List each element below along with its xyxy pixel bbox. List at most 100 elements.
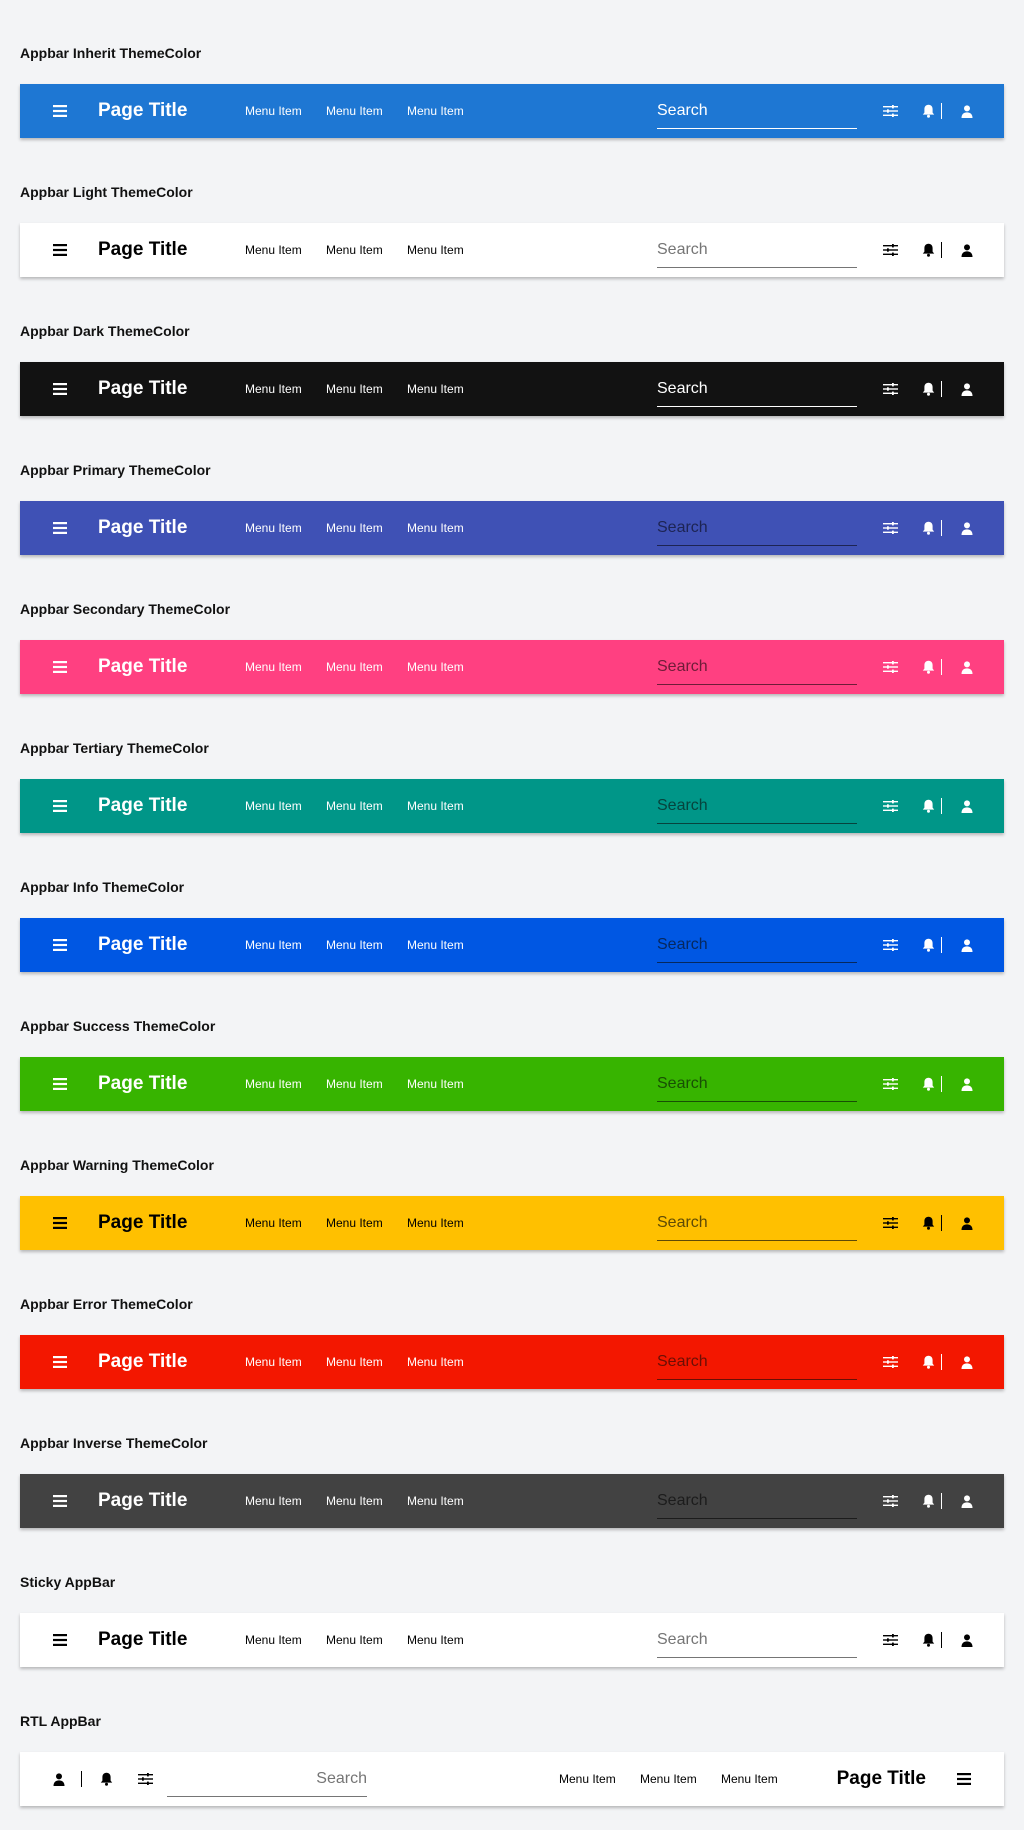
user-button[interactable] — [957, 796, 977, 816]
menu-button[interactable] — [50, 1628, 70, 1652]
menu-item[interactable]: Menu Item — [407, 362, 464, 416]
user-button[interactable] — [957, 1074, 977, 1094]
notifications-button[interactable] — [918, 935, 938, 955]
filter-button[interactable] — [135, 1769, 155, 1789]
menu-item[interactable]: Menu Item — [407, 1057, 464, 1111]
user-button[interactable] — [957, 1491, 977, 1511]
menu-item[interactable]: Menu Item — [407, 640, 464, 694]
menu-item[interactable]: Menu Item — [245, 1335, 302, 1389]
menu-item[interactable]: Menu Item — [407, 779, 464, 833]
filter-button[interactable] — [880, 935, 900, 955]
menu-item[interactable]: Menu Item — [245, 918, 302, 972]
search-input[interactable] — [657, 235, 857, 265]
menu-item[interactable]: Menu Item — [407, 223, 464, 277]
menu-item[interactable]: Menu Item — [407, 1474, 464, 1528]
menu-item[interactable]: Menu Item — [245, 779, 302, 833]
menu-item[interactable]: Menu Item — [245, 223, 302, 277]
menu-button[interactable] — [50, 794, 70, 818]
menu-button[interactable] — [50, 99, 70, 123]
user-button[interactable] — [957, 379, 977, 399]
menu-button[interactable] — [50, 516, 70, 540]
notifications-button[interactable] — [918, 101, 938, 121]
user-button[interactable] — [957, 518, 977, 538]
menu-button[interactable] — [50, 655, 70, 679]
notifications-button[interactable] — [96, 1769, 116, 1789]
user-button[interactable] — [957, 935, 977, 955]
filter-button[interactable] — [880, 1213, 900, 1233]
menu-button[interactable] — [50, 377, 70, 401]
filter-button[interactable] — [880, 1074, 900, 1094]
search-input[interactable] — [657, 1069, 857, 1099]
menu-item[interactable]: Menu Item — [326, 223, 383, 277]
search-input[interactable] — [657, 930, 857, 960]
menu-item[interactable]: Menu Item — [326, 1474, 383, 1528]
menu-item[interactable]: Menu Item — [407, 1196, 464, 1250]
notifications-button[interactable] — [918, 1630, 938, 1650]
filter-button[interactable] — [880, 518, 900, 538]
filter-button[interactable] — [880, 379, 900, 399]
notifications-button[interactable] — [918, 240, 938, 260]
menu-item[interactable]: Menu Item — [245, 1474, 302, 1528]
user-button[interactable] — [957, 1630, 977, 1650]
menu-item[interactable]: Menu Item — [245, 501, 302, 555]
menu-item[interactable]: Menu Item — [245, 1196, 302, 1250]
menu-item[interactable]: Menu Item — [326, 640, 383, 694]
filter-button[interactable] — [880, 1630, 900, 1650]
search-input[interactable] — [657, 652, 857, 682]
notifications-button[interactable] — [918, 657, 938, 677]
menu-item[interactable]: Menu Item — [326, 501, 383, 555]
notifications-button[interactable] — [918, 1074, 938, 1094]
search-input[interactable] — [657, 374, 857, 404]
user-button[interactable] — [957, 240, 977, 260]
search-input[interactable] — [657, 1347, 857, 1377]
search-input[interactable] — [167, 1764, 367, 1794]
menu-item[interactable]: Menu Item — [326, 1613, 383, 1667]
menu-item[interactable]: Menu Item — [407, 1613, 464, 1667]
menu-button[interactable] — [50, 1072, 70, 1096]
user-button[interactable] — [957, 1352, 977, 1372]
menu-item[interactable]: Menu Item — [326, 1335, 383, 1389]
menu-item[interactable]: Menu Item — [721, 1752, 778, 1806]
menu-item[interactable]: Menu Item — [407, 84, 464, 138]
menu-item[interactable]: Menu Item — [407, 918, 464, 972]
menu-button[interactable] — [50, 1489, 70, 1513]
menu-item[interactable]: Menu Item — [326, 362, 383, 416]
search-input[interactable] — [657, 1625, 857, 1655]
user-button[interactable] — [957, 1213, 977, 1233]
filter-button[interactable] — [880, 240, 900, 260]
menu-item[interactable]: Menu Item — [245, 84, 302, 138]
user-button[interactable] — [49, 1769, 69, 1789]
menu-item[interactable]: Menu Item — [326, 1057, 383, 1111]
menu-button[interactable] — [50, 933, 70, 957]
filter-button[interactable] — [880, 1491, 900, 1511]
user-button[interactable] — [957, 101, 977, 121]
notifications-button[interactable] — [918, 518, 938, 538]
search-input[interactable] — [657, 96, 857, 126]
menu-button[interactable] — [50, 238, 70, 262]
filter-button[interactable] — [880, 101, 900, 121]
menu-item[interactable]: Menu Item — [245, 640, 302, 694]
notifications-button[interactable] — [918, 1491, 938, 1511]
search-input[interactable] — [657, 1486, 857, 1516]
menu-item[interactable]: Menu Item — [326, 84, 383, 138]
menu-item[interactable]: Menu Item — [640, 1752, 697, 1806]
notifications-button[interactable] — [918, 1352, 938, 1372]
menu-button[interactable] — [50, 1350, 70, 1374]
menu-item[interactable]: Menu Item — [326, 779, 383, 833]
menu-item[interactable]: Menu Item — [245, 362, 302, 416]
menu-item[interactable]: Menu Item — [559, 1752, 616, 1806]
menu-item[interactable]: Menu Item — [245, 1057, 302, 1111]
notifications-button[interactable] — [918, 796, 938, 816]
search-input[interactable] — [657, 791, 857, 821]
menu-item[interactable]: Menu Item — [326, 918, 383, 972]
user-button[interactable] — [957, 657, 977, 677]
menu-button[interactable] — [50, 1211, 70, 1235]
menu-item[interactable]: Menu Item — [326, 1196, 383, 1250]
filter-button[interactable] — [880, 657, 900, 677]
notifications-button[interactable] — [918, 1213, 938, 1233]
menu-button[interactable] — [954, 1767, 974, 1791]
search-input[interactable] — [657, 513, 857, 543]
menu-item[interactable]: Menu Item — [407, 1335, 464, 1389]
notifications-button[interactable] — [918, 379, 938, 399]
menu-item[interactable]: Menu Item — [407, 501, 464, 555]
